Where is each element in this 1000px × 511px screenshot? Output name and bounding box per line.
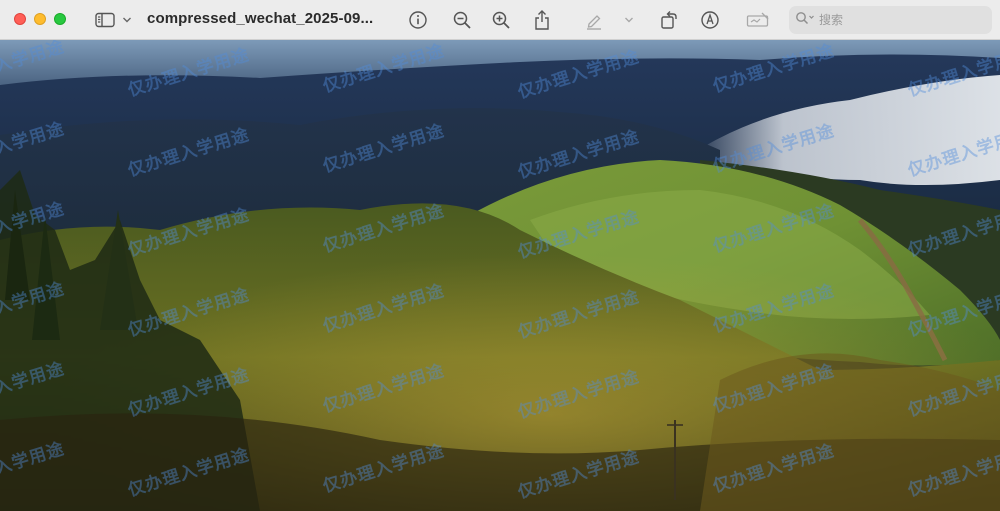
signature-icon	[746, 10, 770, 30]
share-icon	[533, 9, 551, 31]
sidebar-toggle-button[interactable]	[94, 8, 116, 32]
zoom-out-icon	[452, 10, 472, 30]
chevron-down-icon	[624, 16, 634, 24]
zoom-out-button[interactable]	[451, 8, 473, 32]
share-button[interactable]	[531, 8, 553, 32]
close-window-button[interactable]	[14, 13, 26, 25]
window-toolbar: compressed_wechat_2025-09...	[0, 0, 1000, 40]
form-fill-button[interactable]	[745, 8, 771, 32]
search-icon	[795, 11, 817, 30]
rotate-icon	[659, 10, 679, 30]
search-field[interactable]	[789, 6, 992, 34]
info-icon	[408, 10, 428, 30]
image-canvas: 仅办理入学用途 仅办理入学用途 仅办理入学用途 仅办理入学用途 仅办理入学用途 …	[0, 40, 1000, 511]
zoom-in-icon	[491, 10, 511, 30]
window-title: compressed_wechat_2025-09...	[147, 10, 374, 27]
minimize-window-button[interactable]	[34, 13, 46, 25]
markup-icon	[700, 10, 720, 30]
chevron-down-icon	[122, 16, 132, 24]
search-input[interactable]	[817, 13, 969, 27]
info-button[interactable]	[407, 8, 429, 32]
markup-button[interactable]	[699, 8, 721, 32]
sidebar-menu-button[interactable]	[120, 8, 134, 32]
sidebar-icon	[95, 12, 115, 28]
highlight-menu-button[interactable]	[622, 8, 636, 32]
zoom-in-button[interactable]	[490, 8, 512, 32]
landscape-photo	[0, 40, 1000, 511]
highlight-button[interactable]	[583, 8, 605, 32]
maximize-window-button[interactable]	[54, 13, 66, 25]
markup-pen-icon	[584, 10, 604, 30]
rotate-button[interactable]	[658, 8, 680, 32]
